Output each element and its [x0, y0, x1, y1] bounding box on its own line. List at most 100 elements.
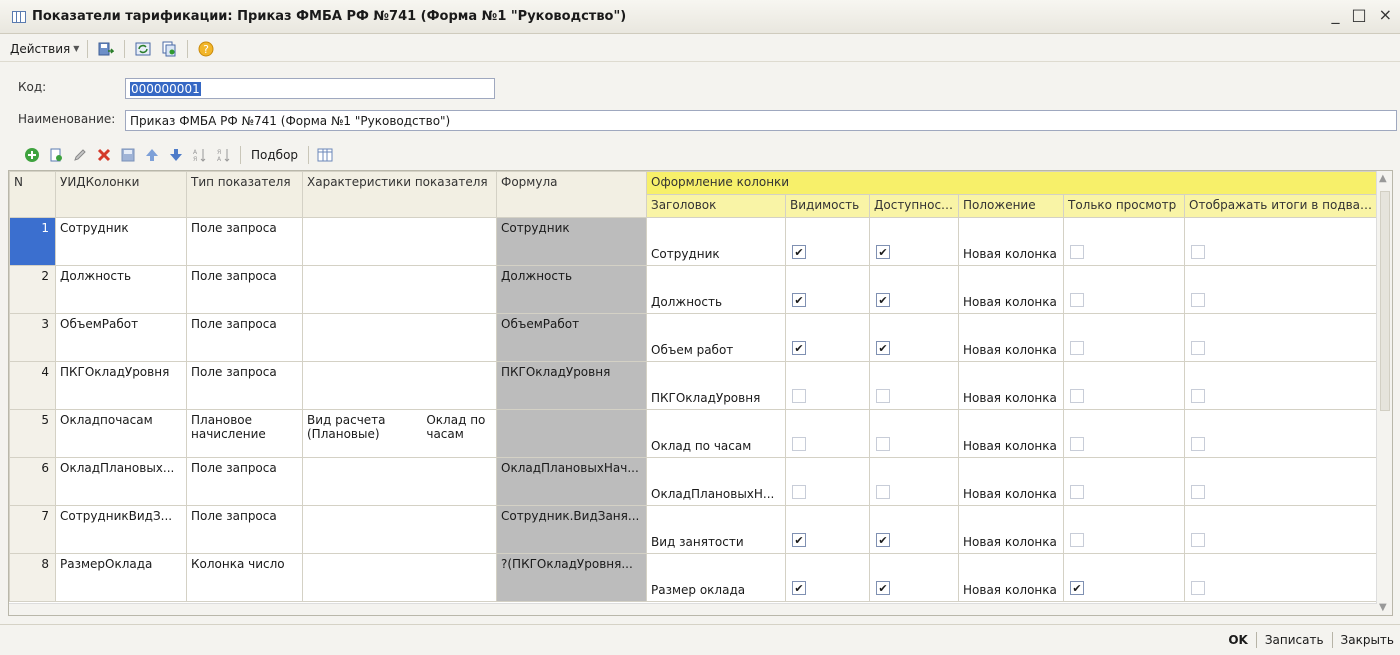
footer-totals-checkbox[interactable] — [1191, 245, 1205, 259]
position-cell[interactable]: Новая колонка — [958, 409, 1064, 458]
type-cell[interactable]: Поле запроса — [186, 505, 303, 554]
footer-totals-checkbox[interactable] — [1191, 293, 1205, 307]
table-row[interactable]: 5 Окладпочасам Плановое начисление Вид расч… — [9, 409, 1379, 458]
col-header-readonly[interactable]: Только просмотр — [1063, 194, 1185, 218]
col-header-position[interactable]: Положение — [958, 194, 1064, 218]
visible-checkbox[interactable] — [792, 485, 806, 499]
uid-cell[interactable]: ОкладПлановых... — [55, 457, 187, 506]
characteristics-cell[interactable] — [302, 457, 497, 506]
uid-cell[interactable]: Должность — [55, 265, 187, 314]
position-cell[interactable]: Новая колонка — [958, 217, 1064, 266]
formula-cell[interactable]: ?(ПКГОкладУровня... — [496, 553, 647, 602]
row-number[interactable]: 7 — [9, 505, 56, 554]
visible-checkbox[interactable] — [792, 341, 806, 355]
row-number[interactable]: 6 — [9, 457, 56, 506]
visible-checkbox[interactable] — [792, 437, 806, 451]
characteristics-cell[interactable] — [302, 265, 497, 314]
uid-cell[interactable]: СотрудникВидЗ... — [55, 505, 187, 554]
readonly-checkbox[interactable] — [1070, 293, 1084, 307]
type-cell[interactable]: Плановое начисление — [186, 409, 303, 458]
readonly-checkbox[interactable] — [1070, 437, 1084, 451]
characteristics-cell[interactable] — [302, 217, 497, 266]
position-cell[interactable]: Новая колонка — [958, 505, 1064, 554]
col-header-type[interactable]: Тип показателя — [186, 171, 303, 218]
footer-totals-checkbox[interactable] — [1191, 437, 1205, 451]
position-cell[interactable]: Новая колонка — [958, 313, 1064, 362]
available-checkbox[interactable] — [876, 437, 890, 451]
scroll-up-icon[interactable]: ▲ — [1379, 173, 1387, 184]
table-row[interactable]: 1 Сотрудник Поле запроса Сотрудник Сотрудник… — [9, 217, 1379, 266]
available-checkbox[interactable] — [876, 245, 890, 259]
ok-button[interactable]: OK — [1228, 633, 1248, 647]
caption-cell[interactable]: Вид занятости — [646, 505, 786, 554]
formula-cell[interactable]: ОкладПлановыхНач... — [496, 457, 647, 506]
uid-cell[interactable]: Окладпочасам — [55, 409, 187, 458]
copy-row-button[interactable] — [46, 145, 66, 165]
available-checkbox[interactable] — [876, 389, 890, 403]
edit-row-button[interactable] — [70, 145, 90, 165]
sort-asc-button[interactable]: АЯ — [190, 145, 210, 165]
footer-totals-checkbox[interactable] — [1191, 533, 1205, 547]
uid-cell[interactable]: РазмерОклада — [55, 553, 187, 602]
readonly-checkbox[interactable] — [1070, 245, 1084, 259]
col-header-n[interactable]: N — [9, 171, 56, 218]
caption-cell[interactable]: Размер оклада — [646, 553, 786, 602]
end-edit-button[interactable] — [118, 145, 138, 165]
visible-checkbox[interactable] — [792, 533, 806, 547]
type-cell[interactable]: Колонка число — [186, 553, 303, 602]
caption-cell[interactable]: Должность — [646, 265, 786, 314]
characteristics-cell[interactable]: Вид расчета (Плановые) Оклад по часам — [302, 409, 497, 458]
readonly-checkbox[interactable] — [1070, 485, 1084, 499]
row-number[interactable]: 8 — [9, 553, 56, 602]
characteristics-cell[interactable] — [302, 313, 497, 362]
footer-totals-checkbox[interactable] — [1191, 341, 1205, 355]
readonly-checkbox[interactable] — [1070, 581, 1084, 595]
uid-cell[interactable]: Сотрудник — [55, 217, 187, 266]
available-checkbox[interactable] — [876, 485, 890, 499]
formula-cell[interactable]: ПКГОкладУровня — [496, 361, 647, 410]
delete-row-button[interactable] — [94, 145, 114, 165]
col-header-visible[interactable]: Видимость — [785, 194, 870, 218]
available-checkbox[interactable] — [876, 341, 890, 355]
characteristics-cell[interactable] — [302, 505, 497, 554]
type-cell[interactable]: Поле запроса — [186, 217, 303, 266]
visible-checkbox[interactable] — [792, 581, 806, 595]
readonly-checkbox[interactable] — [1070, 533, 1084, 547]
col-header-group-design[interactable]: Оформление колонки — [645, 171, 1379, 195]
uid-cell[interactable]: ПКГОкладУровня — [55, 361, 187, 410]
row-number[interactable]: 5 — [9, 409, 56, 458]
table-row[interactable]: 4 ПКГОкладУровня Поле запроса ПКГОкладУровн… — [9, 361, 1379, 410]
caption-cell[interactable]: ОкладПлановыхН... — [646, 457, 786, 506]
move-up-button[interactable] — [142, 145, 162, 165]
characteristics-cell[interactable] — [302, 553, 497, 602]
move-down-button[interactable] — [166, 145, 186, 165]
maximize-button[interactable]: □ — [1351, 6, 1366, 24]
col-header-available[interactable]: Доступность — [869, 194, 959, 218]
save-button[interactable]: Записать — [1265, 633, 1324, 647]
position-cell[interactable]: Новая колонка — [958, 265, 1064, 314]
table-row[interactable]: 7 СотрудникВидЗ... Поле запроса Сотрудник.В… — [9, 505, 1379, 554]
table-row[interactable]: 2 Должность Поле запроса Должность Должность… — [9, 265, 1379, 314]
caption-cell[interactable]: Оклад по часам — [646, 409, 786, 458]
visible-checkbox[interactable] — [792, 389, 806, 403]
available-checkbox[interactable] — [876, 581, 890, 595]
footer-totals-checkbox[interactable] — [1191, 389, 1205, 403]
caption-cell[interactable]: Сотрудник — [646, 217, 786, 266]
readonly-checkbox[interactable] — [1070, 389, 1084, 403]
uid-cell[interactable]: ОбъемРабот — [55, 313, 187, 362]
col-header-uid[interactable]: УИДКолонки — [55, 171, 187, 218]
type-cell[interactable]: Поле запроса — [186, 361, 303, 410]
scroll-thumb[interactable] — [1380, 191, 1390, 411]
formula-cell[interactable]: Сотрудник.ВидЗаня... — [496, 505, 647, 554]
readonly-checkbox[interactable] — [1070, 341, 1084, 355]
table-row[interactable]: 3 ОбъемРабот Поле запроса ОбъемРабот Объем р… — [9, 313, 1379, 362]
select-button[interactable]: Подбор — [247, 148, 302, 162]
row-number[interactable]: 1 — [9, 217, 56, 266]
visible-checkbox[interactable] — [792, 293, 806, 307]
characteristics-cell[interactable] — [302, 361, 497, 410]
footer-totals-checkbox[interactable] — [1191, 581, 1205, 595]
row-number[interactable]: 3 — [9, 313, 56, 362]
type-cell[interactable]: Поле запроса — [186, 313, 303, 362]
available-checkbox[interactable] — [876, 293, 890, 307]
col-header-footer-totals[interactable]: Отображать итоги в подвале — [1183, 194, 1379, 218]
